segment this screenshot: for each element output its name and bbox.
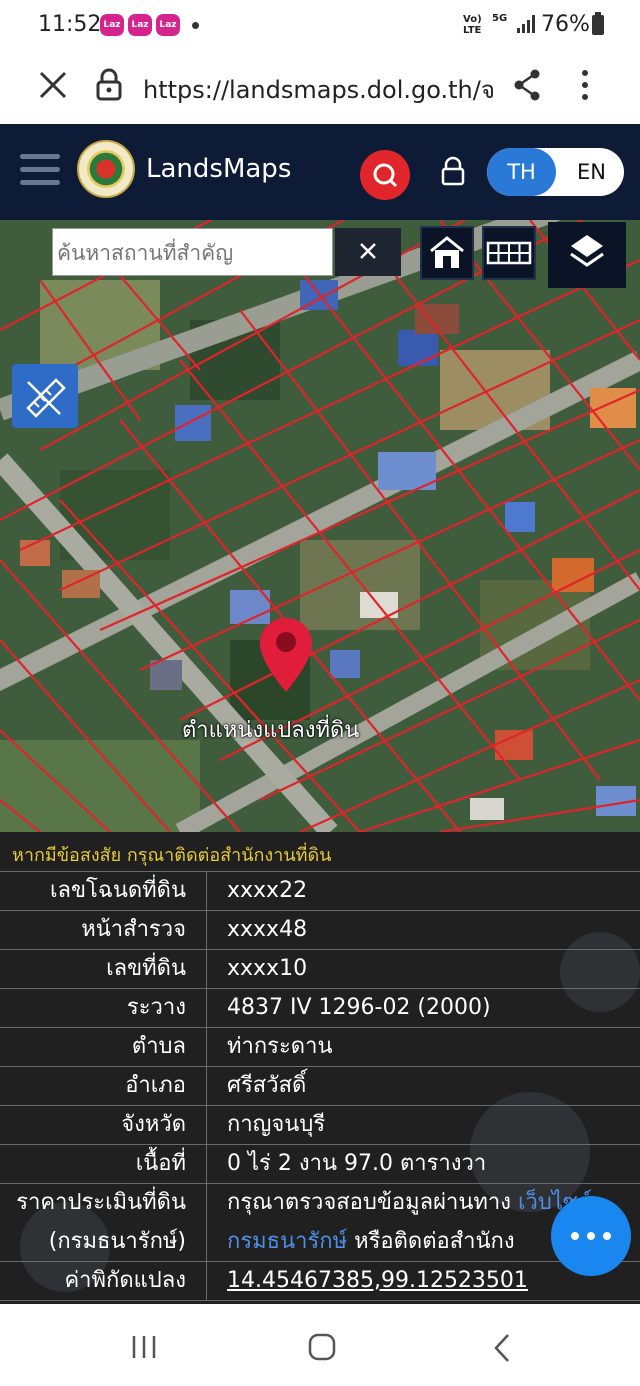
layers-button[interactable] xyxy=(548,222,626,288)
row-label: (กรมธนารักษ์) xyxy=(48,1229,186,1254)
url-field[interactable]: https://landsmaps.dol.go.th/จ xyxy=(143,70,493,109)
appraisal-text: หรือติดต่อสำนักง xyxy=(354,1229,515,1254)
row-label: ราคาประเมินที่ดิน xyxy=(16,1190,186,1215)
battery-percent: 76% xyxy=(541,12,590,37)
clear-search-button[interactable] xyxy=(335,228,401,276)
dot-icon xyxy=(571,1232,579,1240)
dot-icon xyxy=(603,1232,611,1240)
place-search-input[interactable] xyxy=(55,231,329,275)
volte-icon: Vo) LTE xyxy=(463,14,482,36)
recent-apps-icon[interactable] xyxy=(130,1334,158,1360)
row-value: กาญจนบุรี xyxy=(227,1112,326,1137)
search-icon xyxy=(373,163,398,188)
info-row-area: เนื้อที่ 0 ไร่ 2 งาน 97.0 ตารางวา xyxy=(0,1144,640,1184)
home-button[interactable] xyxy=(420,226,474,280)
row-value: ศรีสวัสดิ์ xyxy=(227,1073,307,1098)
lock-icon[interactable] xyxy=(96,68,122,102)
row-value: กรุณาตรวจสอบข้อมูลผ่านทาง เว็บไซต์ xyxy=(227,1184,592,1222)
status-bar: 11:52 Laz Laz Laz Vo) LTE 5G 76% xyxy=(0,0,640,52)
row-value: xxxx10 xyxy=(227,956,308,981)
treasury-department-link[interactable]: กรมธนารักษ์ xyxy=(227,1229,347,1254)
share-icon[interactable] xyxy=(512,68,542,102)
location-pin-icon xyxy=(260,618,312,692)
more-notifications-icon xyxy=(192,22,199,29)
info-row-province: จังหวัด กาญจนบุรี xyxy=(0,1105,640,1145)
row-label: ค่าพิกัดแปลง xyxy=(64,1268,186,1293)
grid-icon xyxy=(486,241,532,265)
row-value: xxxx48 xyxy=(227,917,308,942)
row-value: กรมธนารักษ์ หรือติดต่อสำนักง xyxy=(227,1223,515,1261)
brand-name: LandsMaps xyxy=(146,154,292,184)
dot-icon xyxy=(587,1232,595,1240)
system-nav-bar xyxy=(0,1304,640,1386)
language-toggle: TH EN xyxy=(487,148,624,196)
info-row-coordinates: ค่าพิกัดแปลง 14.45467385,99.12523501 xyxy=(0,1261,640,1301)
coordinates-link[interactable]: 14.45467385,99.12523501 xyxy=(227,1262,528,1300)
row-label: ระวาง xyxy=(126,995,186,1020)
info-row-district: อำเภอ ศรีสวัสดิ์ xyxy=(0,1066,640,1106)
signal-icon xyxy=(517,15,535,33)
contact-notice: หากมีข้อสงสัย กรุณาติดต่อสำนักงานที่ดิน xyxy=(12,845,332,866)
lang-th-button[interactable]: TH xyxy=(487,148,556,196)
department-seal-logo xyxy=(77,140,135,198)
info-row-appraisal: ราคาประเมินที่ดิน (กรมธนารักษ์) กรุณาตรว… xyxy=(0,1183,640,1262)
network-5g-icon: 5G xyxy=(492,13,508,24)
browser-url-bar: https://landsmaps.dol.go.th/จ xyxy=(0,52,640,124)
more-actions-button[interactable] xyxy=(551,1196,631,1276)
notification-app-icon: Laz xyxy=(100,14,124,36)
row-value: xxxx22 xyxy=(227,878,308,903)
row-label: ตำบล xyxy=(131,1034,186,1059)
appraisal-text: กรุณาตรวจสอบข้อมูลผ่านทาง xyxy=(227,1190,511,1215)
back-nav-icon[interactable] xyxy=(492,1333,512,1363)
info-row-subdistrict: ตำบล ท่ากระดาน xyxy=(0,1027,640,1067)
login-lock-icon[interactable] xyxy=(440,156,466,188)
status-time: 11:52 xyxy=(38,12,102,37)
row-value: 4837 IV 1296-02 (2000) xyxy=(227,995,491,1020)
close-tab-icon[interactable] xyxy=(38,70,68,100)
search-button[interactable] xyxy=(360,150,410,200)
pin-label: ตำแหน่งแปลงที่ดิน xyxy=(182,718,360,743)
lang-en-button[interactable]: EN xyxy=(559,148,624,196)
row-label: จังหวัด xyxy=(121,1112,186,1137)
home-icon xyxy=(430,236,464,268)
row-label: หน้าสำรวจ xyxy=(81,917,186,942)
home-nav-icon[interactable] xyxy=(308,1333,336,1361)
place-search-box xyxy=(52,228,333,276)
info-row-survey-page: หน้าสำรวจ xxxx48 xyxy=(0,910,640,950)
info-row-map-sheet: ระวาง 4837 IV 1296-02 (2000) xyxy=(0,988,640,1028)
measure-tool-button[interactable] xyxy=(12,364,78,428)
layers-icon xyxy=(570,235,604,267)
info-row-deed-number: เลขโฉนดที่ดิน xxxx22 xyxy=(0,871,640,911)
more-options-icon[interactable] xyxy=(578,68,592,102)
row-value: ท่ากระดาน xyxy=(227,1034,333,1059)
clear-icon xyxy=(360,243,376,259)
info-row-land-number: เลขที่ดิน xxxx10 xyxy=(0,949,640,989)
row-value: 0 ไร่ 2 งาน 97.0 ตารางวา xyxy=(227,1151,487,1176)
notification-app-icon: Laz xyxy=(128,14,152,36)
menu-icon[interactable] xyxy=(20,154,60,186)
row-label: เลขที่ดิน xyxy=(106,956,186,981)
row-label: เลขโฉนดที่ดิน xyxy=(50,878,186,903)
notification-app-icon: Laz xyxy=(156,14,180,36)
row-label: อำเภอ xyxy=(125,1073,186,1098)
row-label: เนื้อที่ xyxy=(135,1151,186,1176)
ruler-pencil-icon xyxy=(26,378,66,418)
grid-toggle-button[interactable] xyxy=(482,226,536,280)
battery-icon xyxy=(592,12,604,35)
